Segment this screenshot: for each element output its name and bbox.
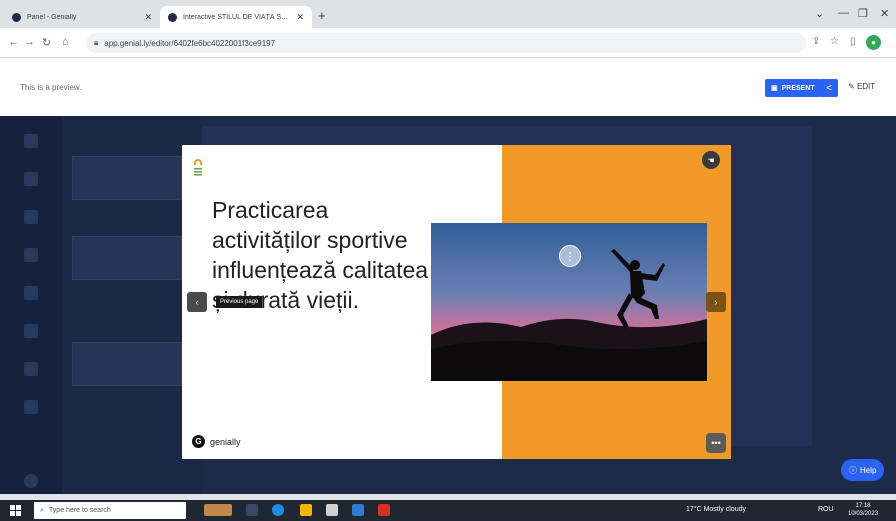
page-thumbnail	[72, 236, 182, 280]
search-icon: ⌕	[40, 506, 44, 514]
help-icon: ⓘ	[849, 465, 857, 475]
profile-avatar[interactable]: ●	[866, 35, 881, 50]
editor-left-toolbar	[0, 116, 62, 494]
toolbar-item-icon	[24, 362, 38, 376]
tab-interactive-presentation[interactable]: Interactive STILUL DE VIAȚĂ SĂNĂT... ✕	[160, 6, 312, 28]
preview-label: This is a preview.	[20, 83, 82, 92]
browser-toolbar: ← → ↻ ⌂ 🔒︎ app.genial.ly/editor/6402fe6b…	[0, 28, 896, 58]
next-page-button[interactable]: ›	[706, 292, 726, 312]
clock-time: 17:18	[855, 503, 871, 509]
genially-favicon-icon	[12, 12, 21, 22]
slide-logo-icon	[194, 159, 202, 176]
browser-tab-strip: Panel - Genially ✕ Interactive STILUL DE…	[0, 0, 896, 28]
tab-search-icon[interactable]: ⌄	[815, 7, 824, 20]
maximize-icon[interactable]: ❐	[858, 7, 868, 20]
toolbar-item-icon	[24, 400, 38, 414]
toolbar-item-icon	[24, 134, 38, 148]
preview-bar: This is a preview. ▣ PRESENT < ✎ EDIT	[0, 58, 896, 116]
toolbar-item-icon	[24, 172, 38, 186]
share-icon: <	[826, 82, 832, 94]
present-label: PRESENT	[781, 84, 815, 92]
home-icon[interactable]: ⌂	[62, 36, 69, 48]
bookmark-star-icon[interactable]: ☆	[830, 36, 839, 47]
toolbar-item-icon	[24, 286, 38, 300]
lock-icon: 🔒︎	[94, 38, 99, 47]
windows-start-icon[interactable]	[10, 505, 21, 516]
chrome-icon[interactable]	[378, 504, 390, 516]
more-options-icon[interactable]: •••	[706, 433, 726, 453]
help-label: Help	[860, 465, 877, 475]
tab-genially-panel[interactable]: Panel - Genially ✕	[4, 6, 160, 28]
tab-title: Panel - Genially	[27, 13, 77, 21]
close-icon[interactable]: ✕	[144, 12, 152, 23]
info-hotspot-icon[interactable]: ⋮	[559, 245, 581, 267]
mail-icon[interactable]	[326, 504, 338, 516]
edit-label: EDIT	[856, 82, 876, 91]
forward-icon[interactable]: →	[24, 36, 35, 48]
search-placeholder: Type here to search	[48, 507, 111, 514]
page-thumbnail	[72, 156, 182, 200]
help-button[interactable]: ⓘ Help	[841, 459, 885, 481]
close-icon[interactable]: ✕	[296, 12, 304, 23]
weather-status[interactable]: 17°C Mostly cloudy	[686, 506, 746, 513]
minimize-icon[interactable]: —	[838, 7, 849, 19]
toolbar-item-icon	[24, 474, 38, 488]
news-widget-icon[interactable]	[204, 504, 232, 516]
address-bar[interactable]: 🔒︎ app.genial.ly/editor/6402fe6bc4022001…	[86, 33, 806, 53]
present-button[interactable]: ▣ PRESENT	[765, 79, 821, 97]
task-view-icon[interactable]	[246, 504, 258, 516]
toolbar-item-icon	[24, 210, 38, 224]
genially-brand[interactable]: G genially	[192, 435, 241, 448]
genially-favicon-icon	[168, 12, 177, 22]
page-thumbnails	[62, 116, 202, 494]
slide-interactive-icon[interactable]: ☚	[702, 151, 720, 169]
edit-button[interactable]: ✎ EDIT	[848, 82, 875, 91]
file-explorer-icon[interactable]	[300, 504, 312, 516]
store-icon[interactable]	[352, 504, 364, 516]
genially-logo-icon: G	[192, 435, 205, 448]
edge-icon[interactable]	[272, 504, 284, 516]
toolbar-item-icon	[24, 324, 38, 338]
new-tab-icon[interactable]: +	[318, 8, 326, 23]
windows-taskbar: ⌕ Type here to search 17°C Mostly cloudy…	[0, 500, 896, 521]
back-icon[interactable]: ←	[8, 36, 19, 48]
url-text: app.genial.ly/editor/6402fe6bc4022001f3c…	[104, 38, 276, 48]
close-window-icon[interactable]: ✕	[880, 7, 889, 20]
tab-title: Interactive STILUL DE VIAȚĂ SĂNĂT...	[183, 13, 291, 21]
present-icon: ▣	[771, 85, 778, 92]
previous-page-button[interactable]: ‹	[187, 292, 207, 312]
taskbar-search[interactable]: ⌕ Type here to search	[34, 502, 186, 519]
clock[interactable]: 17:18 10/03/2023	[848, 502, 878, 518]
genially-brand-text: genially	[210, 436, 241, 447]
page-thumbnail	[72, 342, 182, 386]
language-indicator[interactable]: ROU	[818, 506, 834, 513]
previous-page-tooltip: Previous page	[216, 296, 263, 308]
side-panel-icon[interactable]: ▯	[850, 36, 856, 47]
toolbar-item-icon	[24, 248, 38, 262]
share-button[interactable]: <	[820, 79, 838, 97]
clock-date: 10/03/2023	[848, 511, 879, 517]
slide-preview: Practicarea activităților sportive influ…	[182, 145, 731, 459]
reload-icon[interactable]: ↻	[42, 36, 51, 49]
pencil-icon: ✎	[848, 82, 855, 91]
share-page-icon[interactable]: ⇪	[812, 36, 820, 47]
